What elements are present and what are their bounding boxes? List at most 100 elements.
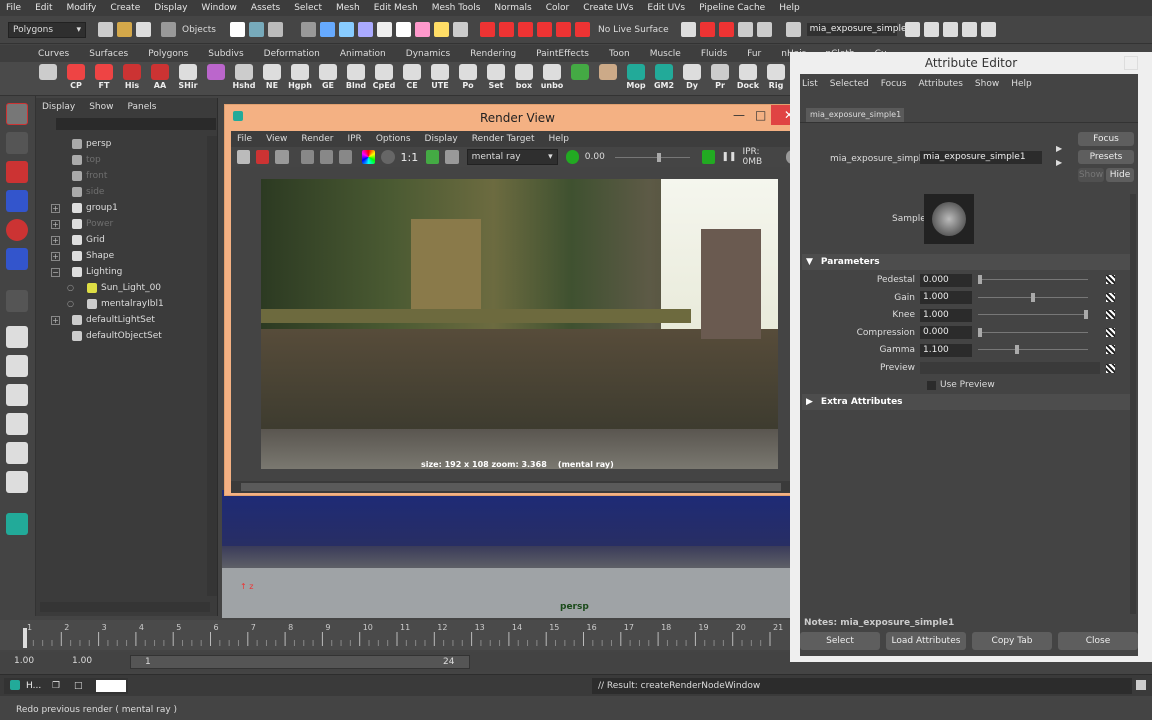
attr-value-field[interactable]: 0.000 [920,273,972,287]
rendered-image[interactable]: size: 192 x 108 zoom: 3.368 (mental ray) [261,179,778,469]
snap-live-icon[interactable] [537,22,553,37]
render-current-icon[interactable] [699,22,715,37]
outliner-hscrollbar[interactable] [40,602,210,612]
shelf-tab-fluids[interactable]: Fluids [701,49,727,59]
keep-image-icon[interactable] [426,150,440,164]
render-region-icon[interactable] [256,150,270,164]
modeling-toolkit-icon[interactable] [980,22,996,37]
channel-box-icon[interactable] [923,22,939,37]
render-menu-file[interactable]: File [237,134,252,144]
ae-menu-help[interactable]: Help [1011,79,1032,89]
copy-tab-button[interactable]: Copy Tab [972,632,1052,650]
shelf-tab-fur[interactable]: Fur [747,49,761,59]
ipr-render-icon[interactable] [718,22,734,37]
four-pane-icon[interactable] [6,355,28,377]
script-editor-icon[interactable] [1136,680,1146,690]
menu-create-uvs[interactable]: Create UVs [583,3,633,13]
extra-attributes-section[interactable]: ▶ Extra Attributes [802,394,1136,410]
lasso-tool-icon[interactable] [6,132,28,154]
menu-assets[interactable]: Assets [251,3,280,13]
preview-map-icon[interactable] [1106,364,1115,373]
render-menu-view[interactable]: View [266,134,287,144]
minimize-icon[interactable]: — [733,108,745,122]
outliner-menu-panels[interactable]: Panels [127,102,156,112]
menu-color[interactable]: Color [546,3,570,13]
menu-normals[interactable]: Normals [494,3,531,13]
lock-icon[interactable] [434,22,450,37]
map-button-icon[interactable] [1106,327,1115,337]
object-mode-icon[interactable] [249,22,265,37]
pause-icon[interactable]: ❚❚ [721,152,736,162]
attr-slider-knob[interactable] [978,327,982,337]
exposure-icon[interactable] [565,150,579,164]
expand-toggle-icon[interactable]: + [51,251,60,261]
rotate-tool-icon[interactable] [6,219,28,241]
expand-toggle-icon[interactable]: − [51,267,60,277]
mask-handles-icon[interactable] [301,22,317,37]
hide-button[interactable]: Hide [1106,168,1134,182]
single-pane-icon[interactable] [6,326,28,348]
shelf-button-cped[interactable]: CpEd [370,62,398,95]
selection-mask-icon[interactable] [161,22,176,37]
attr-slider[interactable] [978,314,1088,315]
load-attributes-button[interactable]: Load Attributes [886,632,966,650]
menu-window[interactable]: Window [201,3,237,13]
rgb-channels-icon[interactable] [362,150,376,164]
mode-dropdown[interactable]: Polygons ▾ [8,21,86,38]
attr-slider-knob[interactable] [1031,292,1035,302]
refresh-icon[interactable] [319,150,333,164]
restore-icon[interactable]: ❐ [52,681,60,691]
node-name-field[interactable]: mia_exposure_simple1 [920,151,1042,164]
shelf-button-dock[interactable]: Dock [734,62,762,95]
last-tool-icon[interactable] [6,290,28,312]
shelf-button-his[interactable]: His [118,62,146,95]
shelf-button-po[interactable]: Po [454,62,482,95]
select-tool-icon[interactable] [6,103,28,125]
scale-tool-icon[interactable] [6,248,28,270]
node-name-field[interactable]: mia_exposure_simple [806,23,907,36]
menu-edit-mesh[interactable]: Edit Mesh [374,3,418,13]
render-view-titlebar[interactable]: Render View — □ ✕ [225,105,810,131]
attr-value-field[interactable]: 1.000 [920,308,972,322]
mask-curves-icon[interactable] [339,22,355,37]
snap-curve-icon[interactable] [480,22,496,37]
exposure-slider-knob[interactable] [656,152,661,162]
attr-slider-knob[interactable] [1015,345,1020,354]
close-button[interactable]: Close [1058,632,1138,650]
menu-display[interactable]: Display [154,3,187,13]
render-menu-render-target[interactable]: Render Target [472,134,535,144]
ae-menu-list[interactable]: List [802,79,818,89]
outliner-row[interactable]: persp [36,136,217,152]
render-menu-display[interactable]: Display [425,134,458,144]
ae-menu-selected[interactable]: Selected [830,79,869,89]
render-icon[interactable] [575,22,591,37]
shelf-button-set[interactable]: Set [482,62,510,95]
mask-rendering-icon[interactable] [415,22,431,37]
render-menu-help[interactable]: Help [548,134,569,144]
presets-button[interactable]: Presets [1078,150,1134,164]
remove-image-icon[interactable] [445,150,459,164]
new-scene-icon[interactable] [98,22,113,37]
move-tool-icon[interactable] [6,190,28,212]
attr-slider[interactable] [978,279,1088,280]
current-frame-marker[interactable] [23,628,27,648]
shelf-button-gm2[interactable]: GM2 [650,62,678,95]
ae-scrollbar[interactable] [1130,194,1136,614]
construction-history-icon[interactable] [680,22,696,37]
maximize-icon[interactable]: □ [755,108,766,122]
expand-toggle-icon[interactable]: + [51,203,60,213]
save-scene-icon[interactable] [136,22,151,37]
parameters-section[interactable]: ▼ Parameters [802,254,1136,270]
panel-layout-icon[interactable] [904,22,920,37]
map-button-icon[interactable] [1106,292,1115,302]
menu-edit[interactable]: Edit [35,3,52,13]
shelf-tab-subdivs[interactable]: Subdivs [208,49,243,59]
outliner-row[interactable]: + defaultLightSet [36,312,217,328]
outliner-menu-show[interactable]: Show [89,102,113,112]
taskbar-tab[interactable]: H... ❐ □ [4,678,128,694]
ae-close-icon[interactable] [1124,56,1138,70]
shelf-button-unbo[interactable]: unbo [538,62,566,95]
focus-button[interactable]: Focus [1078,132,1134,146]
shelf-tab-dynamics[interactable]: Dynamics [406,49,450,59]
paint-select-tool-icon[interactable] [6,161,28,183]
